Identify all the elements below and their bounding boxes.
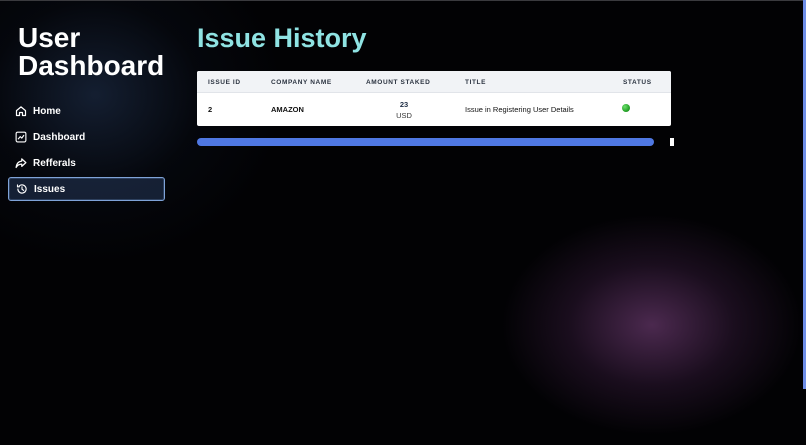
column-header-company-name: COMPANY NAME xyxy=(271,79,332,86)
share-icon xyxy=(15,157,27,169)
table-horizontal-scrollbar[interactable] xyxy=(197,137,674,147)
chart-icon xyxy=(15,131,27,143)
page-title: Issue History xyxy=(197,23,367,53)
home-icon xyxy=(15,105,27,117)
history-icon xyxy=(16,183,28,195)
sidebar-item-label: Issues xyxy=(34,183,66,195)
company-name-cell: AMAZON xyxy=(271,105,304,114)
brand-line-2: Dashboard xyxy=(18,50,165,81)
sidebar-item-label: Dashboard xyxy=(33,131,86,143)
brand-line-1: User xyxy=(18,22,81,53)
sidebar-item-label: Home xyxy=(33,105,61,117)
issue-id-cell: 2 xyxy=(208,105,213,114)
sidebar-item-issues[interactable]: Issues xyxy=(8,177,165,201)
sidebar-item-dashboard[interactable]: Dashboard xyxy=(8,125,165,149)
table-header: ISSUE ID COMPANY NAME AMOUNT STAKED TITL… xyxy=(197,71,671,93)
column-header-status: STATUS xyxy=(623,79,652,86)
issues-table: ISSUE ID COMPANY NAME AMOUNT STAKED TITL… xyxy=(197,71,671,126)
scrollbar-thumb[interactable] xyxy=(197,138,654,146)
column-header-title: TITLE xyxy=(465,79,487,86)
column-header-issue-id: ISSUE ID xyxy=(208,79,241,86)
title-cell: Issue in Registering User Details xyxy=(465,105,574,114)
sidebar-item-label: Refferals xyxy=(33,157,76,169)
amount-staked-cell: 23 USD xyxy=(387,100,421,120)
brand-title: User Dashboard xyxy=(18,24,164,80)
amount-currency: USD xyxy=(396,111,412,120)
sidebar-nav: Home Dashboard Refferals Issues xyxy=(8,99,165,203)
amount-value: 23 xyxy=(399,100,409,109)
sidebar-item-refferals[interactable]: Refferals xyxy=(8,151,165,175)
scrollbar-end-marker xyxy=(670,138,674,146)
sidebar-item-home[interactable]: Home xyxy=(8,99,165,123)
status-indicator-icon xyxy=(622,104,630,112)
sidebar: User Dashboard Home Dashboard Refferals … xyxy=(0,0,180,445)
column-header-amount-staked: AMOUNT STAKED xyxy=(366,79,431,86)
table-row[interactable]: 2 AMAZON 23 USD Issue in Registering Use… xyxy=(197,93,671,126)
